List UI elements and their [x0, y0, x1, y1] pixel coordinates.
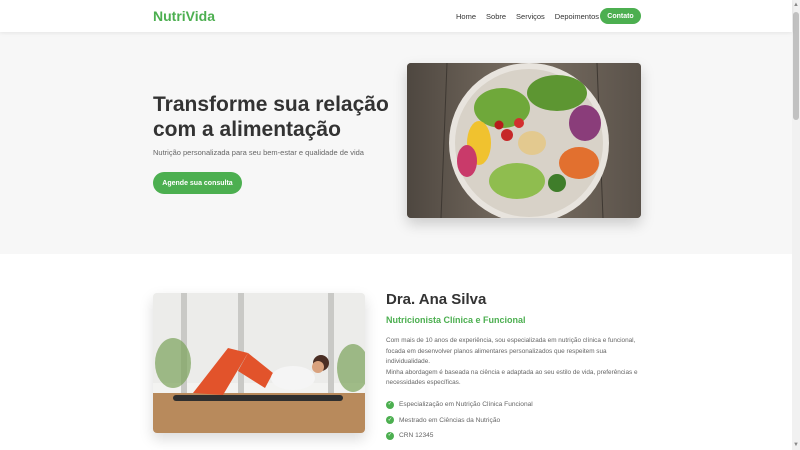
scrollbar-thumb[interactable]	[793, 12, 799, 120]
main-nav: Home Sobre Serviços Depoimentos	[456, 12, 609, 21]
nav-sobre[interactable]: Sobre	[486, 12, 506, 21]
credential-item: ✓ Especialização em Nutrição Clínica Fun…	[386, 397, 533, 413]
nutritionist-name: Dra. Ana Silva	[386, 291, 487, 308]
salad-bowl-image	[407, 63, 641, 218]
scroll-down-arrow-icon[interactable]: ▼	[792, 440, 800, 450]
nav-depoimentos[interactable]: Depoimentos	[555, 12, 599, 21]
about-paragraph-2: Minha abordagem é baseada na ciência e a…	[386, 368, 638, 387]
schedule-button[interactable]: Agende sua consulta	[153, 172, 242, 194]
nutritionist-role: Nutricionista Clínica e Funcional	[386, 315, 526, 325]
check-circle-icon: ✓	[386, 431, 394, 440]
site-header: NutriVida Home Sobre Serviços Depoimento…	[0, 0, 792, 32]
credential-label: Mestrado em Ciências da Nutrição	[399, 416, 501, 424]
about-text: Com mais de 10 anos de experiência, sou …	[386, 336, 640, 389]
credential-item: ✓ CRN 12345	[386, 428, 533, 444]
credentials-list: ✓ Especialização em Nutrição Clínica Fun…	[386, 397, 533, 444]
contact-button[interactable]: Contato	[600, 8, 641, 24]
credential-item: ✓ Mestrado em Ciências da Nutrição	[386, 413, 533, 429]
hero-subtitle: Nutrição personalizada para seu bem-esta…	[153, 148, 364, 157]
credential-label: Especialização em Nutrição Clínica Funci…	[399, 401, 533, 409]
nav-servicos[interactable]: Serviços	[516, 12, 545, 21]
check-circle-icon: ✓	[386, 400, 394, 409]
check-circle-icon: ✓	[386, 416, 394, 425]
hero-section	[0, 32, 792, 254]
about-paragraph-1: Com mais de 10 anos de experiência, sou …	[386, 337, 636, 365]
woman-exercise-image	[153, 293, 365, 433]
logo[interactable]: NutriVida	[153, 8, 215, 24]
credential-label: CRN 12345	[399, 432, 434, 440]
exercise-illustration	[153, 293, 365, 433]
salad-bowl-illustration	[407, 63, 641, 218]
hero-title: Transforme sua relação com a alimentação	[153, 93, 389, 141]
nav-home[interactable]: Home	[456, 12, 476, 21]
scroll-up-arrow-icon[interactable]: ▲	[792, 0, 800, 10]
